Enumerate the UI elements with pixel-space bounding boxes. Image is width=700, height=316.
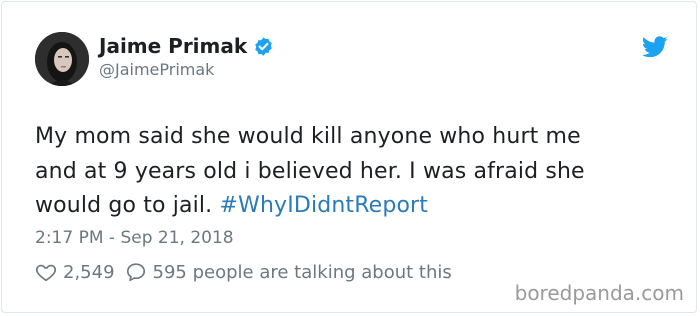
like-count[interactable]: 2,549 <box>63 262 115 283</box>
author-name-row[interactable]: Jaime Primak <box>99 34 274 58</box>
tweet-card: Jaime Primak @JaimePrimak My mom said sh… <box>1 1 697 313</box>
engagement-bar: 2,549 595 people are talking about this <box>35 261 452 283</box>
twitter-bird-icon[interactable] <box>642 36 668 58</box>
tweet-line-3: would go to jail. <box>35 193 220 218</box>
tweet-line-2: and at 9 years old i believed her. I was… <box>35 158 585 184</box>
reply-bubble-icon[interactable] <box>125 261 147 283</box>
tweet-line-1: My mom said she would kill anyone who hu… <box>35 124 581 149</box>
tweet-timestamp[interactable]: 2:17 PM - Sep 21, 2018 <box>35 228 234 248</box>
tweet-text: My mom said she would kill anyone who hu… <box>35 120 675 224</box>
hashtag-link[interactable]: #WhyIDidntReport <box>219 193 428 218</box>
avatar[interactable] <box>35 32 89 86</box>
author-name[interactable]: Jaime Primak <box>99 34 247 58</box>
author-handle[interactable]: @JaimePrimak <box>99 60 214 79</box>
conversation-count[interactable]: 595 people are talking about this <box>153 262 452 283</box>
heart-icon[interactable] <box>35 261 57 283</box>
verified-icon <box>255 36 272 56</box>
avatar-photo <box>35 32 89 86</box>
watermark: boredpanda.com <box>514 281 684 305</box>
